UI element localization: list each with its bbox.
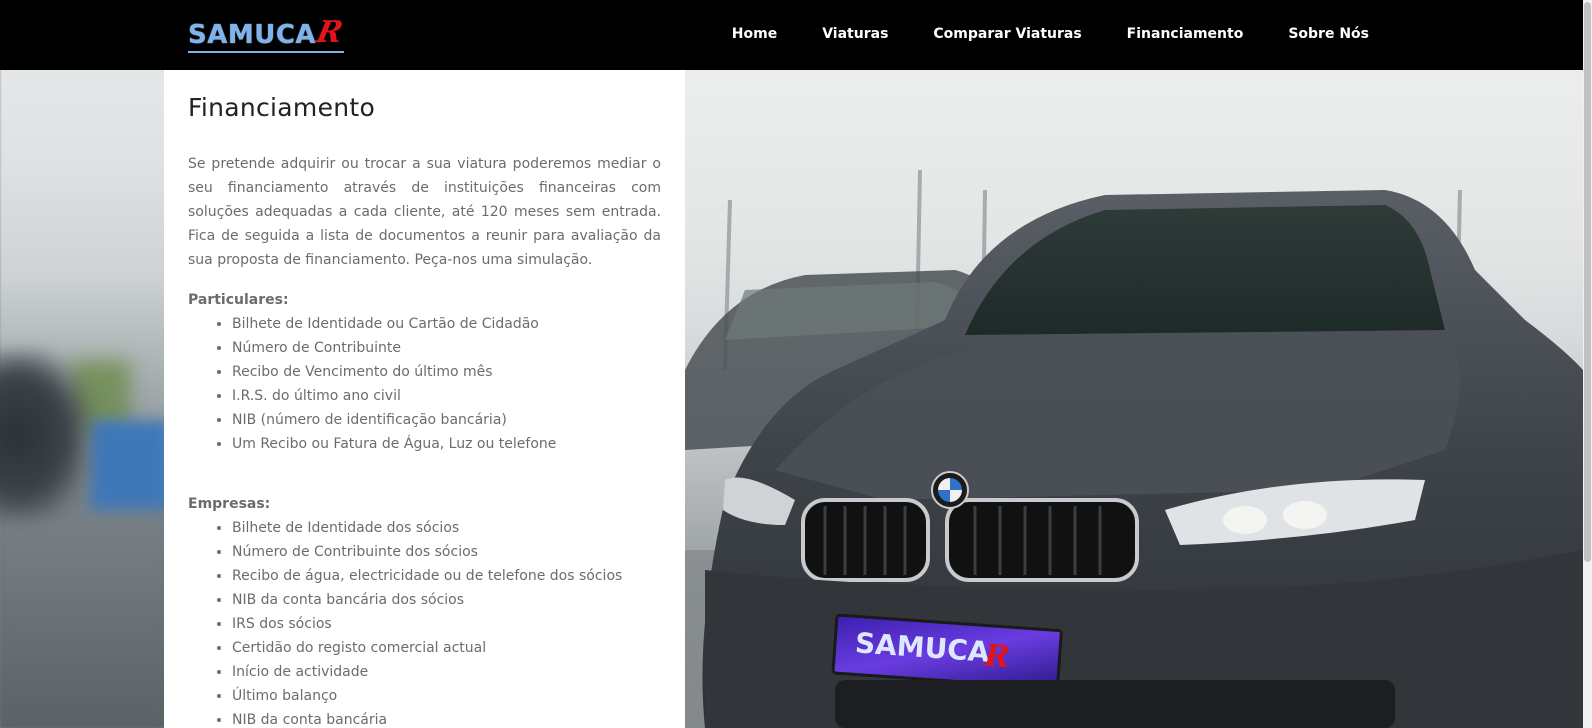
page-scrollbar[interactable]: [1583, 0, 1592, 728]
list-item: IRS dos sócios: [232, 612, 661, 636]
list-item: Recibo de água, electricidade ou de tele…: [232, 564, 661, 588]
nav-financiamento[interactable]: Financiamento: [1127, 26, 1244, 42]
nav-comparar-viaturas[interactable]: Comparar Viaturas: [933, 26, 1081, 42]
nav-home[interactable]: Home: [732, 26, 777, 42]
background-ground: [0, 500, 165, 728]
list-item: I.R.S. do último ano civil: [232, 384, 661, 408]
site-logo[interactable]: SAMUCA R: [188, 15, 346, 53]
list-item: Número de Contribuinte dos sócios: [232, 540, 661, 564]
logo-text: SAMUCA: [188, 20, 317, 50]
list-item: NIB da conta bancária dos sócios: [232, 588, 661, 612]
page-title: Financiamento: [188, 93, 376, 122]
car-photo: SAMUCA R: [685, 70, 1583, 728]
plate-r: R: [982, 638, 1010, 675]
nav-viaturas[interactable]: Viaturas: [822, 26, 888, 42]
background-car: [0, 350, 90, 520]
list-item: Um Recibo ou Fatura de Água, Luz ou tele…: [232, 432, 661, 456]
particulares-heading: Particulares:: [188, 292, 289, 308]
list-item: NIB (número de identificação bancária): [232, 408, 661, 432]
car-illustration: SAMUCA R: [685, 169, 1583, 728]
empresas-list: Bilhete de Identidade dos sócios Número …: [188, 516, 661, 728]
intro-paragraph: Se pretende adquirir ou trocar a sua via…: [188, 156, 661, 268]
list-item: NIB da conta bancária: [232, 708, 661, 728]
list-item: Início de actividade: [232, 660, 661, 684]
list-item: Bilhete de Identidade dos sócios: [232, 516, 661, 540]
list-item: Bilhete de Identidade ou Cartão de Cidad…: [232, 312, 661, 336]
main-nav: Home Viaturas Comparar Viaturas Financia…: [732, 0, 1369, 68]
content-panel: Financiamento Se pretende adquirir ou tr…: [164, 70, 685, 728]
background-blue-wall: [90, 420, 170, 510]
list-item: Recibo de Vencimento do último mês: [232, 360, 661, 384]
nav-sobre-nos[interactable]: Sobre Nós: [1288, 26, 1369, 42]
site-header: SAMUCA R Home Viaturas Comparar Viaturas …: [0, 0, 1592, 70]
logo-r: R: [313, 15, 346, 50]
particulares-list: Bilhete de Identidade ou Cartão de Cidad…: [188, 312, 661, 456]
empresas-heading: Empresas:: [188, 496, 271, 512]
logo-underline: [188, 51, 344, 53]
list-item: Último balanço: [232, 684, 661, 708]
scrollbar-thumb[interactable]: [1584, 2, 1591, 562]
list-item: Número de Contribuinte: [232, 336, 661, 360]
list-item: Certidão do registo comercial actual: [232, 636, 661, 660]
